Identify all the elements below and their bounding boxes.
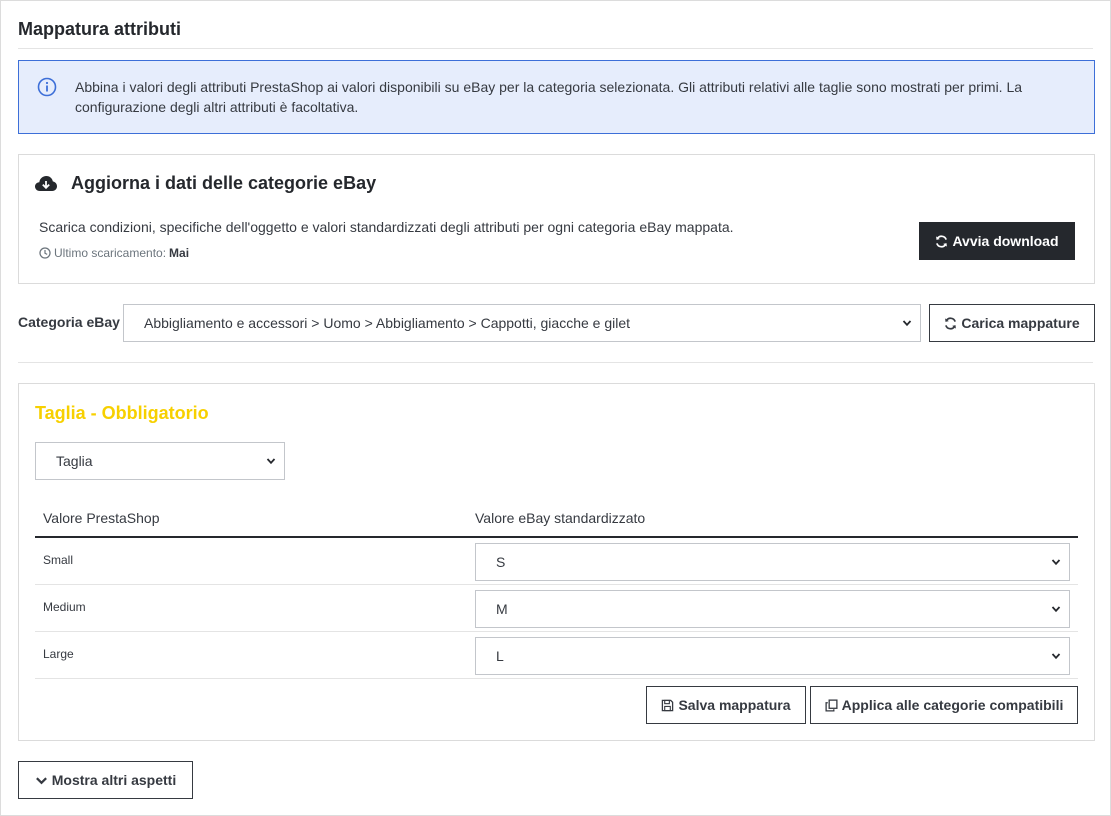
chevron-down-icon <box>35 776 47 784</box>
ebay-value-selected: L <box>496 648 504 664</box>
clock-icon <box>39 247 51 259</box>
attribute-section-title: Taglia - Obbligatorio <box>35 403 209 423</box>
ebay-value-select[interactable]: S <box>475 543 1070 581</box>
load-mappings-label: Carica mappature <box>961 315 1080 331</box>
cloud-download-icon <box>35 176 57 191</box>
info-alert: Abbina i valori degli attributi PrestaSh… <box>18 60 1095 134</box>
ebay-value-selected: M <box>496 601 508 617</box>
column-prestashop-value: Valore PrestaShop <box>43 510 160 526</box>
ebay-category-select[interactable]: Abbigliamento e accessori > Uomo > Abbig… <box>123 304 921 342</box>
last-download-label: Ultimo scaricamento: <box>54 246 167 260</box>
last-download-info: Ultimo scaricamento: Mai <box>39 246 189 260</box>
ebay-category-value: Abbigliamento e accessori > Uomo > Abbig… <box>144 315 631 331</box>
refresh-card-title: Aggiorna i dati delle categorie eBay <box>71 173 377 193</box>
last-download-value: Mai <box>169 246 190 260</box>
start-download-button[interactable]: Avvia download <box>919 222 1075 260</box>
ebay-value-select[interactable]: L <box>475 637 1070 675</box>
mapping-table-header: Valore PrestaShop Valore eBay standardiz… <box>35 500 1078 538</box>
save-mapping-button[interactable]: Salva mappatura <box>646 686 806 724</box>
table-row: Large L <box>35 632 1078 679</box>
info-circle-icon <box>37 77 57 97</box>
ebay-value-selected: S <box>496 554 506 570</box>
load-mappings-button[interactable]: Carica mappature <box>929 304 1095 342</box>
prestashop-value: Small <box>43 553 74 567</box>
start-download-label: Avvia download <box>952 233 1059 249</box>
refresh-card-description: Scarica condizioni, specifiche dell'ogge… <box>39 219 734 235</box>
info-alert-text: Abbina i valori degli attributi PrestaSh… <box>75 79 1023 115</box>
table-row: Medium M <box>35 585 1078 632</box>
copy-icon <box>825 698 838 712</box>
refresh-category-card: Aggiorna i dati delle categorie eBay Sca… <box>18 154 1095 284</box>
save-icon <box>662 699 674 711</box>
column-ebay-value: Valore eBay standardizzato <box>475 510 646 526</box>
page-title: Mappatura attributi <box>18 19 182 39</box>
prestashop-attribute-value: Taglia <box>56 453 93 469</box>
attribute-mapping-card: Taglia - Obbligatorio Taglia Valore Pres… <box>18 383 1095 741</box>
apply-to-compatible-label: Applica alle categorie compatibili <box>841 697 1064 713</box>
chevron-down-icon <box>1051 559 1061 566</box>
prestashop-value: Large <box>43 647 74 661</box>
show-more-aspects-button[interactable]: Mostra altri aspetti <box>18 761 193 799</box>
chevron-down-icon <box>1051 606 1061 613</box>
ebay-value-select[interactable]: M <box>475 590 1070 628</box>
main-panel: Mappatura attributi Abbina i valori degl… <box>0 0 1111 816</box>
prestashop-attribute-select[interactable]: Taglia <box>35 442 285 480</box>
chevron-down-icon <box>266 458 276 465</box>
title-divider <box>18 48 1093 49</box>
prestashop-value: Medium <box>43 600 86 614</box>
chevron-down-icon <box>902 320 912 327</box>
show-more-aspects-label: Mostra altri aspetti <box>51 772 177 788</box>
section-divider <box>18 362 1093 363</box>
apply-to-compatible-button[interactable]: Applica alle categorie compatibili <box>810 686 1078 724</box>
refresh-icon <box>945 316 957 330</box>
table-row: Small S <box>35 538 1078 585</box>
refresh-icon <box>936 234 948 248</box>
chevron-down-icon <box>1051 653 1061 660</box>
save-mapping-label: Salva mappatura <box>678 697 791 713</box>
ebay-category-label: Categoria eBay <box>18 314 120 330</box>
